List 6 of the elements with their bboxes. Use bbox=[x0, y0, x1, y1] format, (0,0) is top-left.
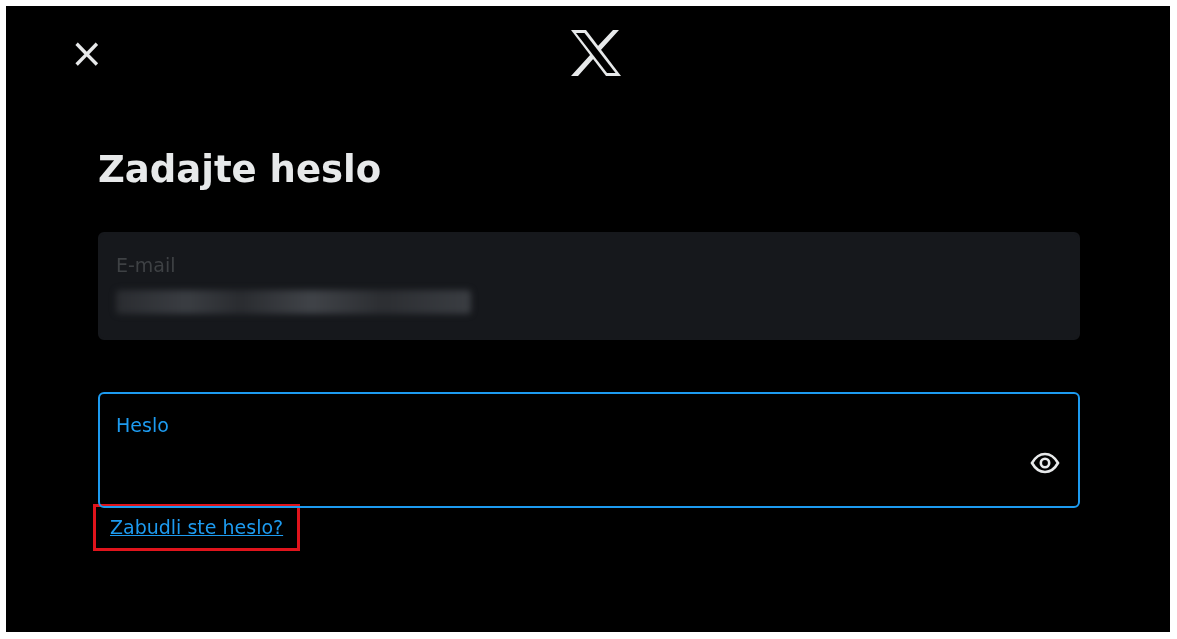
logo-icon bbox=[570, 30, 621, 76]
close-button[interactable]: × bbox=[68, 38, 106, 68]
eye-icon[interactable] bbox=[1030, 452, 1060, 474]
password-field[interactable]: Heslo bbox=[98, 392, 1080, 508]
forgot-password-link[interactable]: Zabudli ste heslo? bbox=[110, 516, 284, 538]
page-title: Zadajte heslo bbox=[98, 147, 383, 193]
